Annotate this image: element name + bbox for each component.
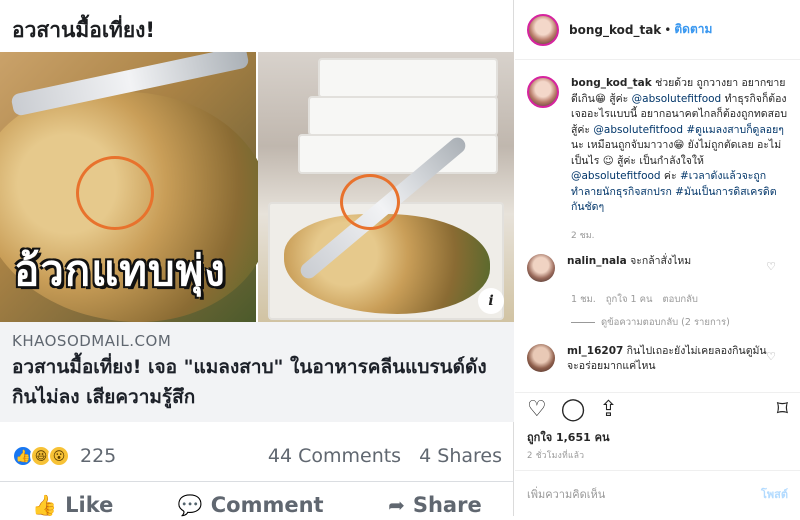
- comment-item: nalin_nala จะกล้าสั่งไหม ♡: [527, 253, 788, 282]
- info-icon[interactable]: i: [478, 288, 504, 314]
- highlight-circle: [340, 174, 400, 230]
- comment-item: ml_16207 กินไปเถอะยังไม่เคยลองกินตูมันจะ…: [527, 343, 788, 374]
- instagram-panel: bong_kod_tak • ติดตาม bong_kod_tak ช่วยด…: [515, 0, 800, 516]
- comment-username[interactable]: nalin_nala: [567, 255, 627, 267]
- follow-button[interactable]: ติดตาม: [674, 20, 712, 39]
- view-replies-button[interactable]: ดูข้อความตอบกลับ (2 รายการ): [571, 315, 788, 330]
- avatar[interactable]: [527, 253, 555, 282]
- comment-count[interactable]: 44 Comments: [268, 445, 401, 467]
- post-comment-button[interactable]: โพสต์: [761, 485, 788, 503]
- reaction-bar: 👍 😆 😮 225 44 Comments 4 Shares: [0, 430, 514, 482]
- ig-action-bar: ♡ ◯ ⇪ ⌑: [515, 392, 800, 426]
- link-preview-caption[interactable]: KHAOSODMAIL.COM อวสานมื้อเที่ยง! เจอ "แม…: [0, 322, 514, 422]
- food-tray: [308, 96, 498, 136]
- like-comment-heart-icon[interactable]: ♡: [766, 260, 776, 273]
- divider: [571, 321, 595, 323]
- link-preview-image[interactable]: อ้วกแทบพุ่ง i: [0, 52, 514, 322]
- image-overlay-text: อ้วกแทบพุ่ง: [14, 246, 226, 295]
- comment-label: Comment: [210, 493, 324, 517]
- facebook-post: อวสานมื้อเที่ยง! อ้วกแทบพุ่ง i KHAOSODMA…: [0, 0, 514, 517]
- comment-body: จะกล้าสั่งไหม: [626, 254, 692, 267]
- separator-dot: •: [664, 22, 672, 37]
- caption: bong_kod_tak ช่วยด้วย ถูกวางยา อยากขายดี…: [527, 76, 788, 216]
- caption-timestamp: 2 ชม.: [571, 230, 595, 241]
- reply-button[interactable]: ตอบกลับ: [662, 292, 698, 307]
- avatar[interactable]: [527, 76, 559, 108]
- ig-header: bong_kod_tak • ติดตาม: [515, 0, 800, 60]
- post-header-text: อวสานมื้อเที่ยง!: [12, 18, 155, 42]
- heart-icon[interactable]: ♡: [527, 398, 547, 421]
- wow-reaction-icon[interactable]: 😮: [48, 444, 70, 467]
- like-label: Like: [65, 493, 114, 517]
- caption-text: bong_kod_tak ช่วยด้วย ถูกวางยา อยากขายดี…: [571, 76, 788, 216]
- reaction-count[interactable]: 225: [80, 445, 116, 467]
- comment-bubble-icon[interactable]: ◯: [561, 398, 586, 421]
- bookmark-icon[interactable]: ⌑: [777, 398, 788, 421]
- comment-time: 1 ชม.: [571, 293, 596, 305]
- comment-text: nalin_nala จะกล้าสั่งไหม: [567, 254, 767, 269]
- mention-link[interactable]: @absolutefitfood: [632, 93, 722, 105]
- thumbs-up-icon: 👍: [32, 493, 58, 517]
- add-comment-bar: เพิ่มความคิดเห็น โพสต์: [515, 470, 800, 516]
- view-replies-label: ดูข้อความตอบกลับ (2 รายการ): [601, 316, 730, 328]
- share-arrow-icon: ➦: [388, 493, 405, 517]
- speech-bubble-icon: 💬: [177, 493, 203, 517]
- highlight-circle: [76, 156, 154, 230]
- like-comment-heart-icon[interactable]: ♡: [766, 350, 776, 363]
- food-tray: [318, 58, 498, 98]
- avatar[interactable]: [527, 343, 555, 372]
- ig-comments-area: bong_kod_tak ช่วยด้วย ถูกวางยา อยากขายดี…: [515, 60, 800, 374]
- food-tray: [298, 134, 498, 174]
- link-domain: KHAOSODMAIL.COM: [12, 332, 172, 350]
- hashtag-link[interactable]: #ดูแมลงสาบก็ดูลอยๆ: [686, 124, 784, 136]
- caption-username[interactable]: bong_kod_tak: [571, 77, 652, 89]
- food-box-photo: [258, 52, 514, 322]
- username-link[interactable]: bong_kod_tak: [569, 23, 661, 37]
- comment-input[interactable]: เพิ่มความคิดเห็น: [527, 485, 605, 503]
- share-icon[interactable]: ⇪: [599, 398, 617, 421]
- share-label: Share: [412, 493, 482, 517]
- post-timestamp: 2 ชั่วโมงที่แล้ว: [527, 451, 585, 461]
- comment-likes[interactable]: ถูกใจ 1 คน: [606, 292, 653, 307]
- comment-text: ml_16207 กินไปเถอะยังไม่เคยลองกินตูมันจะ…: [567, 344, 767, 374]
- mention-link[interactable]: @absolutefitfood: [571, 170, 661, 182]
- comment-meta: 1 ชม. ถูกใจ 1 คน ตอบกลับ: [571, 292, 788, 307]
- caption-segment: นะ เหมือนถูกจับมาวาง😁 ยังไม่ถูกตัดเลย อะ…: [571, 139, 782, 167]
- share-count[interactable]: 4 Shares: [419, 445, 502, 467]
- like-count[interactable]: ถูกใจ 1,651 คน: [527, 428, 609, 446]
- link-title: อวสานมื้อเที่ยง! เจอ "แมลงสาบ" ในอาหารคล…: [12, 356, 487, 408]
- avatar[interactable]: [527, 13, 559, 46]
- comment-username[interactable]: ml_16207: [567, 345, 623, 357]
- caption-segment: ค่ะ: [660, 170, 680, 182]
- mention-link[interactable]: @absolutefitfood: [593, 124, 683, 136]
